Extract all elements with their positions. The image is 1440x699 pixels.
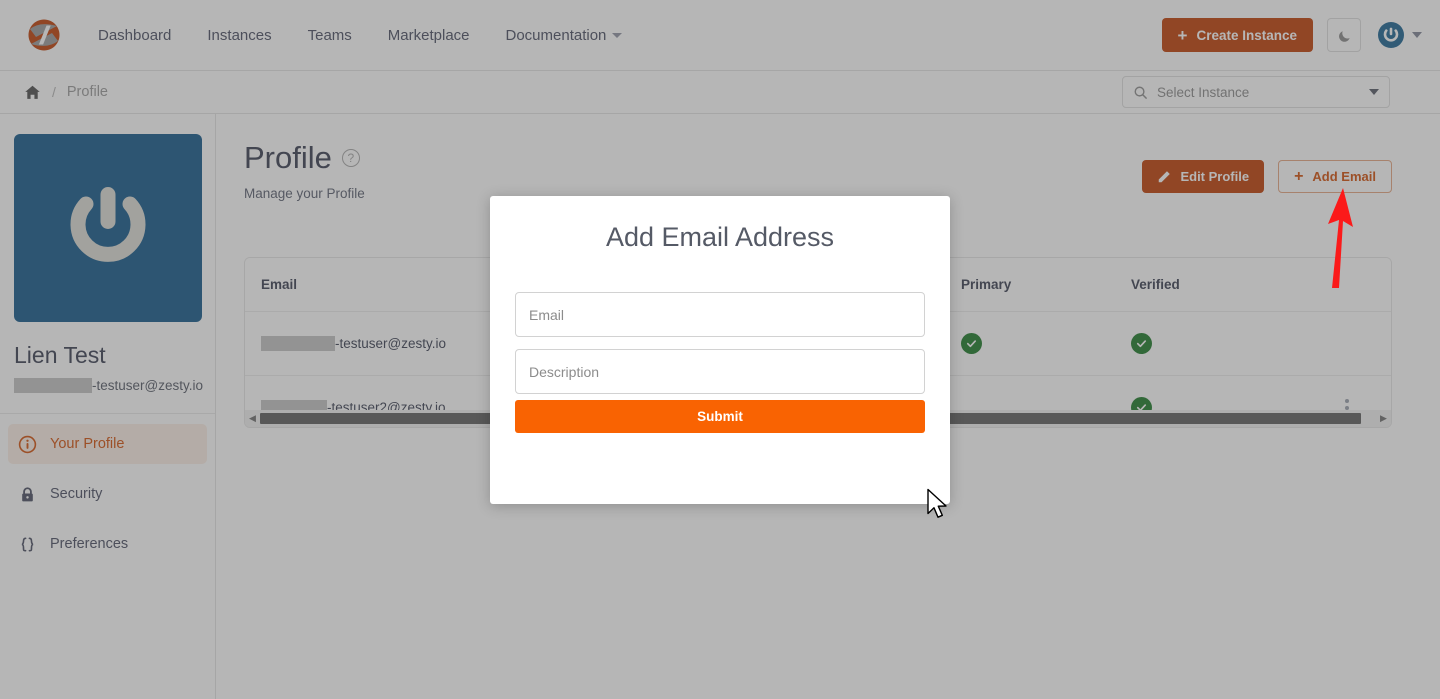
description-field[interactable] — [515, 349, 925, 394]
submit-button[interactable]: Submit — [515, 400, 925, 433]
add-email-modal: Add Email Address Submit — [490, 196, 950, 504]
email-field[interactable] — [515, 292, 925, 337]
modal-body: Submit — [490, 292, 950, 433]
modal-title: Add Email Address — [605, 222, 835, 252]
